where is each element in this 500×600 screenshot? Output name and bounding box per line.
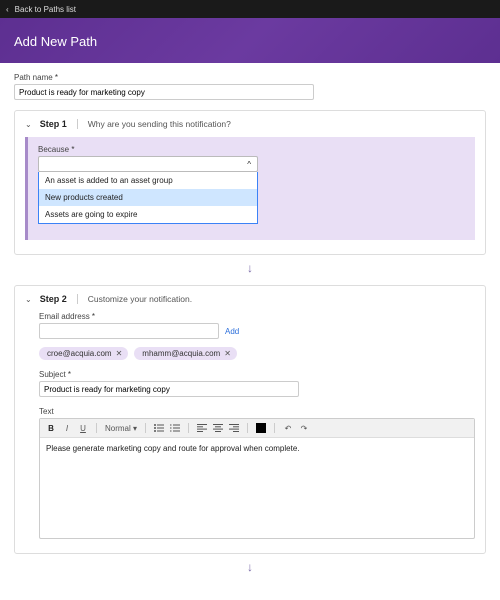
list-ol-icon[interactable]	[170, 422, 180, 434]
email-chip: mhamm@acquia.com ✕	[134, 347, 237, 360]
because-dropdown: An asset is added to an asset group New …	[38, 172, 258, 224]
email-chip-list: croe@acquia.com ✕ mhamm@acquia.com ✕	[39, 347, 475, 360]
step1-title: Step 1	[40, 119, 67, 129]
step-divider-1: ↓	[14, 261, 486, 275]
step-divider-2: ↓	[14, 560, 486, 574]
chevron-down-icon[interactable]: ⌄	[25, 295, 32, 304]
list-ul-icon[interactable]	[154, 422, 164, 434]
page-header: Add New Path	[0, 18, 500, 63]
email-chip: croe@acquia.com ✕	[39, 347, 128, 360]
back-link[interactable]: Back to Paths list	[15, 5, 76, 14]
email-label: Email address	[39, 312, 475, 321]
because-select[interactable]: ^	[38, 156, 258, 172]
undo-icon[interactable]: ↶	[283, 422, 293, 434]
chevron-up-icon: ^	[247, 160, 251, 169]
subject-input[interactable]	[39, 381, 299, 397]
chevron-left-icon[interactable]: ‹	[6, 5, 9, 14]
underline-button[interactable]: U	[78, 422, 88, 434]
align-left-icon[interactable]	[197, 422, 207, 434]
format-select[interactable]: Normal ▾	[105, 424, 137, 433]
email-chip-label: croe@acquia.com	[47, 349, 112, 358]
path-name-label: Path name	[14, 73, 486, 82]
align-right-icon[interactable]	[229, 422, 239, 434]
chevron-down-icon[interactable]: ⌄	[25, 120, 32, 129]
color-picker-icon[interactable]	[256, 422, 266, 434]
topbar: ‹ Back to Paths list	[0, 0, 500, 18]
align-center-icon[interactable]	[213, 422, 223, 434]
because-option-2[interactable]: Assets are going to expire	[39, 206, 257, 223]
editor-body[interactable]: Please generate marketing copy and route…	[40, 438, 474, 538]
because-option-1[interactable]: New products created	[39, 189, 257, 206]
email-chip-label: mhamm@acquia.com	[142, 349, 220, 358]
step2-card: ⌄ Step 2 Customize your notification. Em…	[14, 285, 486, 554]
close-icon[interactable]: ✕	[224, 349, 231, 358]
close-icon[interactable]: ✕	[116, 349, 123, 358]
step2-subtitle: Customize your notification.	[88, 294, 192, 304]
path-name-input[interactable]	[14, 84, 314, 100]
rich-text-editor: B I U Normal ▾	[39, 418, 475, 539]
redo-icon[interactable]: ↷	[299, 422, 309, 434]
italic-button[interactable]: I	[62, 422, 72, 434]
page-title: Add New Path	[14, 34, 486, 49]
step1-card: ⌄ Step 1 Why are you sending this notifi…	[14, 110, 486, 255]
editor-toolbar: B I U Normal ▾	[40, 419, 474, 438]
step2-title: Step 2	[40, 294, 67, 304]
bold-button[interactable]: B	[46, 422, 56, 434]
email-input[interactable]	[39, 323, 219, 339]
subject-label: Subject	[39, 370, 475, 379]
because-option-0[interactable]: An asset is added to an asset group	[39, 172, 257, 189]
because-section: Because ^ An asset is added to an asset …	[25, 137, 475, 240]
text-label: Text	[39, 407, 475, 416]
because-label: Because	[38, 145, 465, 154]
add-email-button[interactable]: Add	[225, 327, 239, 336]
page-body: Path name ⌄ Step 1 Why are you sending t…	[0, 63, 500, 600]
step1-subtitle: Why are you sending this notification?	[88, 119, 231, 129]
